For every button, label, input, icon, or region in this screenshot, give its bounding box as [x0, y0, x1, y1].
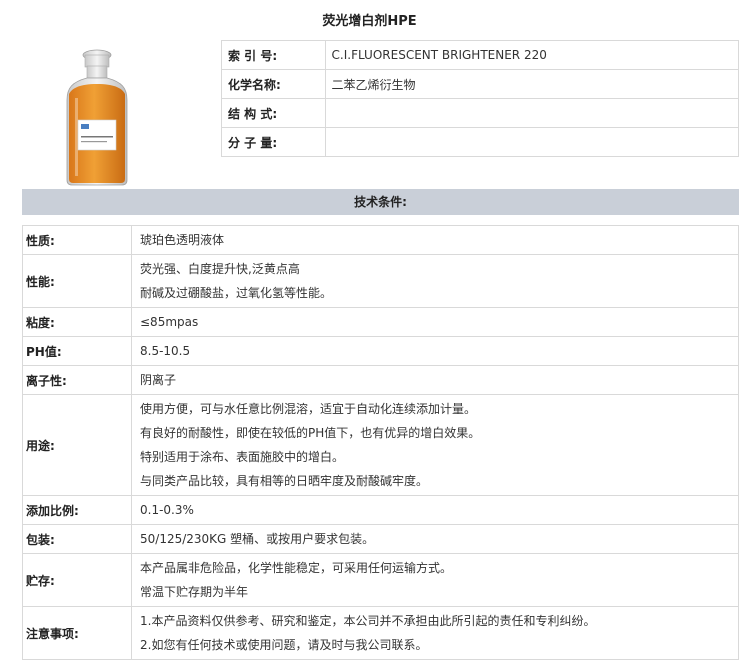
spec-label: PH值: [22, 336, 132, 366]
spec-value-line: 有良好的耐酸性，即使在较低的PH值下，也有优异的增白效果。 [140, 426, 481, 440]
spec-row: PH值: 8.5-10.5 [22, 336, 739, 366]
spec-label: 添加比例: [22, 495, 132, 525]
spec-value-line: 耐碱及过硼酸盐，过氧化氢等性能。 [140, 286, 333, 300]
spec-value-line: ≤85mpas [140, 315, 199, 329]
spec-value: 8.5-10.5 [131, 336, 739, 366]
info-label: 结 构 式: [221, 98, 326, 128]
spec-row: 粘度: ≤85mpas [22, 307, 739, 337]
spec-value-line: 特别适用于涂布、表面施胶中的增白。 [140, 450, 345, 464]
info-value: C.I.FLUORESCENT BRIGHTENER 220 [324, 40, 739, 70]
info-row: 索 引 号: C.I.FLUORESCENT BRIGHTENER 220 [221, 40, 739, 70]
spec-value-line: 2.如您有任何技术或使用问题，请及时与我公司联系。 [140, 638, 428, 652]
spec-row: 离子性: 阴离子 [22, 365, 739, 395]
spec-row: 添加比例: 0.1-0.3% [22, 495, 739, 525]
spec-label: 包装: [22, 524, 132, 554]
info-row: 分 子 量: [221, 127, 739, 157]
spec-value-line: 使用方便，可与水任意比例混溶，适宜于自动化连续添加计量。 [140, 402, 477, 416]
spec-value: 荧光强、白度提升快,泛黄点高耐碱及过硼酸盐，过氧化氢等性能。 [131, 254, 739, 308]
technical-conditions-header: 技术条件: [22, 189, 739, 215]
technical-spec-table: 性质: 琥珀色透明液体 性能: 荧光强、白度提升快,泛黄点高 耐碱及过硼酸盐，过氧化氢等… [22, 225, 739, 660]
spec-value-line: 8.5-10.5 [140, 344, 191, 358]
spec-label: 离子性: [22, 365, 132, 395]
spec-value: ≤85mpas [131, 307, 739, 337]
spec-label: 性质: [22, 225, 132, 255]
product-info-table: 索 引 号: C.I.FLUORESCENT BRIGHTENER 220 化学名称… [221, 40, 739, 157]
spec-value: 本产品属非危险品，化学性能稳定，可采用任何运输方式。 常温下贮存期为半年 [131, 553, 739, 607]
spec-value: 琥珀色透明液体 [131, 225, 739, 255]
info-row: 结 构 式: [221, 98, 739, 128]
spec-label: 注意事项: [22, 606, 132, 660]
info-value [324, 98, 739, 128]
spec-value-line: 阴离子 [140, 373, 177, 387]
page-title: 荧光增白剂HPE [322, 14, 417, 29]
info-label: 分 子 量: [221, 127, 326, 157]
spec-row: 用途: 使用方便，可与水任意比例混溶，适宜于自动化连续添加计量。 有良好的耐酸性，即… [22, 394, 739, 496]
spec-value: 50/125/230KG 塑桶、或按用户要求包装。 [131, 524, 739, 554]
spec-label: 贮存: [22, 553, 132, 607]
info-label: 化学名称: [221, 69, 326, 99]
spec-row: 注意事项: 1.本产品资料仅供参考、研究和鉴定，本公司并不承担由此所引起的责任和专… [22, 606, 739, 660]
spec-label: 用途: [22, 394, 132, 496]
spec-value-line: 荧光强、白度提升快,泛黄点高 [140, 262, 300, 276]
spec-value-line: 常温下贮存期为半年 [140, 585, 249, 599]
spec-row: 包装: 50/125/230KG 塑桶、或按用户要求包装。 [22, 524, 739, 554]
spec-row: 性能: 荧光强、白度提升快,泛黄点高 耐碱及过硼酸盐，过氧化氢等性能。 [22, 254, 739, 308]
info-value [324, 127, 739, 157]
spec-row: 贮存: 本产品属非危险品，化学性能稳定，可采用任何运输方式。 常温下贮存期为半年 [22, 553, 739, 607]
spec-value-line: 0.1-0.3% [140, 503, 194, 517]
spec-value: 0.1-0.3% [131, 495, 739, 525]
spec-value-line: 琥珀色透明液体 [140, 233, 225, 247]
info-value: 二苯乙烯衍生物 [324, 69, 739, 99]
spec-value: 使用方便，可与水任意比例混溶，适宜于自动化连续添加计量。 有良好的耐酸性，即使在较… [131, 394, 739, 496]
info-label: 索 引 号: [221, 40, 326, 70]
spec-value-line: 1.本产品资料仅供参考、研究和鉴定，本公司并不承担由此所引起的责任和专利纠纷。 [140, 614, 596, 628]
spec-value-line: 与同类产品比较，具有相等的日晒牢度及耐酸碱牢度。 [140, 474, 429, 488]
spec-value-line: 本产品属非危险品，化学性能稳定，可采用任何运输方式。 [140, 561, 453, 575]
spec-label: 粘度: [22, 307, 132, 337]
spec-value: 阴离子 [131, 365, 739, 395]
spec-value-line: 50/125/230KG 塑桶、或按用户要求包装。 [140, 532, 375, 546]
info-row: 化学名称: 二苯乙烯衍生物 [221, 69, 739, 99]
spec-row: 性质: 琥珀色透明液体 [22, 225, 739, 255]
spec-value: 1.本产品资料仅供参考、研究和鉴定，本公司并不承担由此所引起的责任和专利纠纷。 2… [131, 606, 739, 660]
spec-label: 性能: [22, 254, 132, 308]
bottle-image [66, 49, 128, 186]
